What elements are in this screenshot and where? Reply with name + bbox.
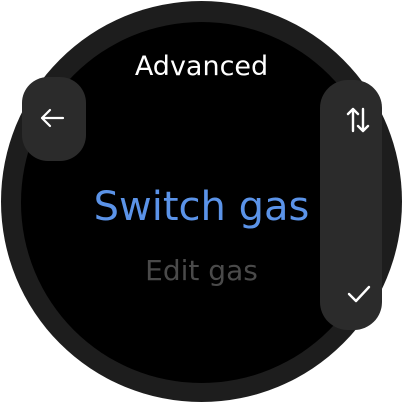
menu-option-edit-gas[interactable]: Edit gas: [0, 253, 403, 289]
sort-arrows-icon[interactable]: [346, 107, 370, 133]
arrow-left-icon[interactable]: [39, 107, 65, 129]
watch-frame: Advanced Switch gas Edit gas: [0, 0, 403, 404]
menu-option-switch-gas[interactable]: Switch gas: [0, 182, 403, 232]
